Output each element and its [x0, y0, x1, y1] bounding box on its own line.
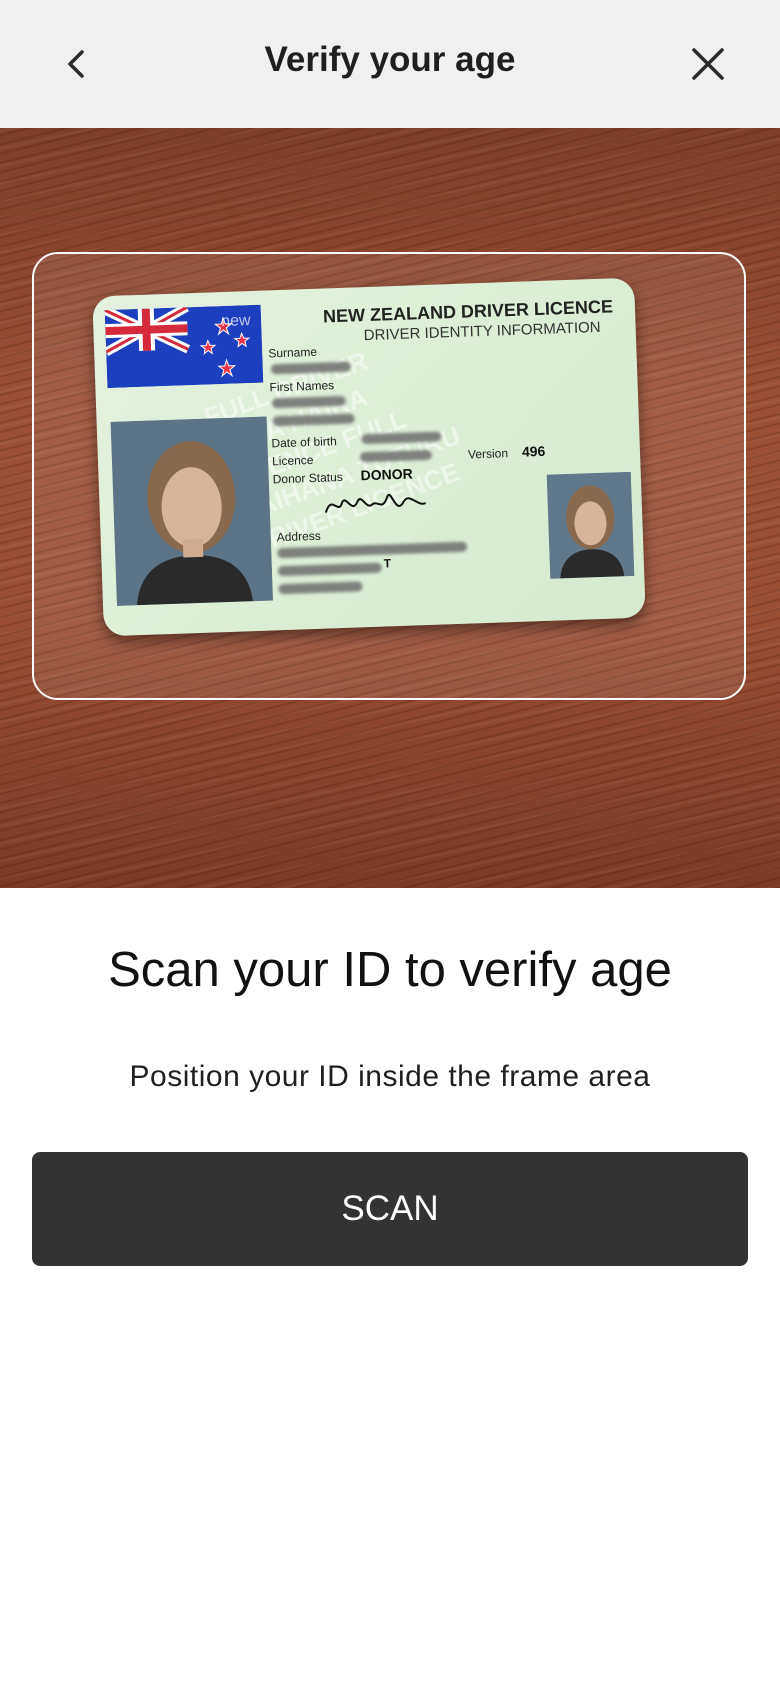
scan-button[interactable]: SCAN	[32, 1152, 748, 1266]
page-title: Verify your age	[264, 40, 516, 79]
dob-label: Date of birth	[271, 434, 338, 451]
ghost-portrait-photo	[546, 471, 635, 579]
close-icon	[692, 48, 724, 80]
scan-instruction: Position your ID inside the frame area	[129, 1060, 651, 1093]
licence-label: Licence	[271, 452, 314, 469]
flag-text: new	[221, 312, 251, 330]
address-label: Address	[276, 528, 321, 545]
sheet-title: Scan your ID to verify age	[108, 943, 672, 997]
address-fragment: T	[383, 556, 392, 571]
camera-preview: FULL DRIVER TARA HAIRA LICENCE FULL RAIH…	[0, 128, 780, 888]
version-label: Version	[467, 446, 509, 462]
portrait-photo	[110, 416, 273, 606]
version-value: 496	[521, 442, 546, 460]
new-zealand-flag-icon: new	[104, 304, 264, 389]
surname-label: Surname	[268, 344, 318, 361]
top-app-bar: Verify your age	[0, 0, 780, 128]
first-names-label: First Names	[269, 378, 335, 395]
donor-value: DONOR	[360, 465, 414, 484]
signature	[324, 493, 427, 513]
id-card: FULL DRIVER TARA HAIRA LICENCE FULL RAIH…	[92, 277, 646, 637]
close-button[interactable]	[684, 38, 732, 90]
